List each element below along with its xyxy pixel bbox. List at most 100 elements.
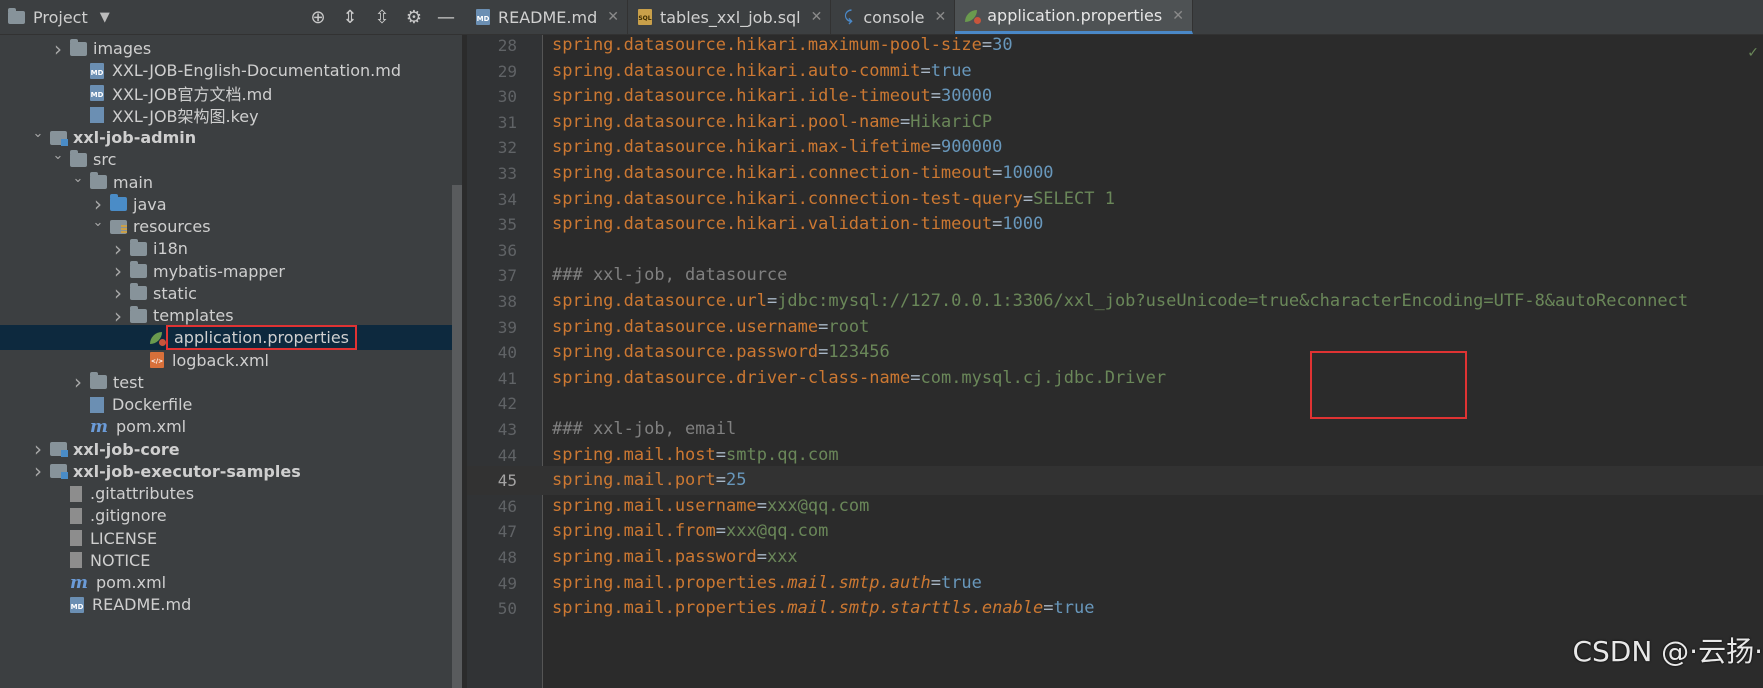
text-file-icon (70, 530, 82, 546)
separator: = (1043, 598, 1054, 619)
tree-item[interactable]: Dockerfile (0, 392, 452, 417)
code-line[interactable]: 50 spring.mail.properties.mail.smtp.start… (467, 594, 1763, 623)
tree-item[interactable]: LICENSE (0, 526, 452, 551)
tree-item[interactable]: .gitignore (0, 503, 452, 528)
property-key: mail.smtp.auth (787, 572, 931, 593)
tree-item[interactable]: application.properties (0, 325, 452, 351)
expand-all-icon[interactable]: ⇕ (334, 7, 366, 28)
separator: = (900, 111, 911, 132)
tree-item[interactable]: XXL-JOB-English-Documentation.md (0, 58, 452, 83)
tree-item[interactable]: .gitattributes (0, 481, 452, 506)
markdown-file-icon (70, 596, 84, 615)
maven-icon: m (70, 572, 88, 593)
tree-item[interactable]: › xxl-job-core (0, 437, 452, 462)
tree-item-label: images (93, 39, 152, 58)
property-key: spring.datasource.hikari.auto-commit (552, 60, 921, 81)
tree-item[interactable]: logback.xml (0, 348, 452, 373)
tree-item-label: main (113, 172, 153, 192)
tree-item-label: Dockerfile (112, 395, 193, 414)
sidebar-scrollbar[interactable] (452, 185, 462, 688)
collapse-all-icon[interactable]: ⇳ (366, 7, 398, 28)
chevron-right-icon[interactable]: › (70, 370, 86, 394)
tree-item-label: static (153, 283, 197, 303)
tree-item[interactable]: ⌄ main (0, 170, 452, 195)
chevron-down-icon[interactable]: ⌄ (50, 148, 66, 163)
close-icon[interactable]: ✕ (1172, 8, 1184, 24)
tree-item[interactable]: › mybatis-mapper (0, 259, 452, 284)
chevron-right-icon[interactable]: › (110, 281, 126, 305)
tree-item-label: xxl-job-executor-samples (73, 461, 301, 481)
tree-item[interactable]: ⌄ xxl-job-admin (0, 125, 452, 150)
project-tree: › images XXL-JOB-English-Documentation.md X… (0, 35, 462, 688)
property-key: spring.datasource.hikari.connection-time… (552, 163, 993, 183)
minimize-icon[interactable]: — (430, 7, 462, 28)
gear-icon[interactable]: ⚙ (398, 7, 430, 28)
tab-tables-xxl-job-sql[interactable]: tables_xxl_job.sql ✕ (628, 0, 832, 34)
tree-item[interactable]: XXL-JOB官方文档.md (0, 81, 452, 106)
property-key: spring.datasource.hikari.pool-name (552, 111, 900, 132)
separator: = (818, 342, 829, 363)
chevron-right-icon[interactable]: › (110, 237, 126, 261)
code-text: spring.mail.properties.mail.smtp.starttl… (552, 594, 1094, 623)
chevron-right-icon[interactable]: › (90, 192, 106, 216)
tree-item[interactable]: › images (0, 36, 452, 61)
tree-item[interactable]: › java (0, 192, 452, 217)
property-value: 900000 (940, 137, 1003, 158)
tree-item-label: test (113, 372, 144, 392)
tree-item[interactable]: › i18n (0, 236, 452, 261)
tree-item[interactable]: › test (0, 370, 452, 395)
tree-item-label: resources (133, 217, 211, 236)
tree-item-label: xxl-job-admin (73, 128, 197, 147)
chevron-down-icon[interactable]: ⌄ (90, 215, 106, 230)
chevron-right-icon[interactable]: › (110, 304, 126, 328)
close-icon[interactable]: ✕ (935, 9, 947, 25)
tree-item[interactable]: › xxl-job-executor-samples (0, 459, 452, 484)
project-panel-header: Project ▼ ⊕ ⇕ ⇳ ⚙ — (0, 0, 462, 34)
separator: = (930, 137, 941, 158)
tab-application-properties[interactable]: application.properties ✕ (955, 0, 1193, 34)
locate-icon[interactable]: ⊕ (302, 7, 334, 28)
chevron-right-icon[interactable]: › (50, 37, 66, 61)
project-view-selector[interactable]: Project ▼ (8, 7, 110, 27)
close-icon[interactable]: ✕ (811, 9, 823, 25)
property-key: spring.datasource.driver-class-name (552, 367, 911, 388)
text-file-icon (70, 485, 82, 502)
tree-item[interactable]: › templates (0, 303, 452, 328)
tree-item[interactable]: README.md (0, 592, 452, 617)
properties-file-icon (965, 8, 982, 24)
separator: = (715, 444, 727, 465)
close-icon[interactable]: ✕ (607, 9, 619, 25)
tree-item[interactable]: › static (0, 281, 452, 306)
property-value: SELECT 1 (1033, 188, 1115, 209)
code-editor[interactable]: ✓ 28 spring.datasource.hikari.maximum-poo… (467, 35, 1763, 688)
module-icon (50, 442, 68, 457)
chevron-right-icon[interactable]: › (110, 259, 126, 283)
chevron-right-icon[interactable]: › (30, 437, 46, 461)
project-title: Project (33, 7, 88, 27)
tree-item[interactable]: NOTICE (0, 548, 452, 573)
property-value: 30 (992, 35, 1013, 55)
tab-console[interactable]: console ✕ (831, 0, 956, 34)
separator: = (1022, 188, 1034, 209)
property-value: xxx@qq.com (766, 495, 870, 516)
property-key: spring.mail.username (552, 495, 757, 516)
module-icon (50, 464, 68, 480)
chevron-down-icon[interactable]: ⌄ (30, 126, 46, 141)
tab-readme-md[interactable]: README.md ✕ (466, 0, 628, 34)
tree-item[interactable]: m pom.xml (0, 414, 452, 439)
property-value: xxx@qq.com (726, 521, 829, 542)
chevron-down-icon[interactable]: ⌄ (70, 171, 86, 186)
tree-item-label: NOTICE (90, 550, 151, 570)
tree-item[interactable]: XXL-JOB架构图.key (0, 103, 452, 128)
property-value: smtp.qq.com (726, 444, 839, 465)
chevron-right-icon[interactable]: › (30, 459, 46, 483)
chevron-down-icon[interactable]: ▼ (100, 10, 110, 25)
maven-icon: m (90, 416, 108, 437)
tree-item-label: XXL-JOB-English-Documentation.md (112, 61, 401, 81)
tab-label: console (863, 7, 925, 27)
tree-item-label: templates (153, 306, 234, 325)
text-file-icon (70, 552, 82, 569)
tree-item[interactable]: ⌄ src (0, 147, 452, 172)
tree-item[interactable]: ⌄ resources (0, 214, 452, 239)
tree-item[interactable]: m pom.xml (0, 570, 452, 595)
